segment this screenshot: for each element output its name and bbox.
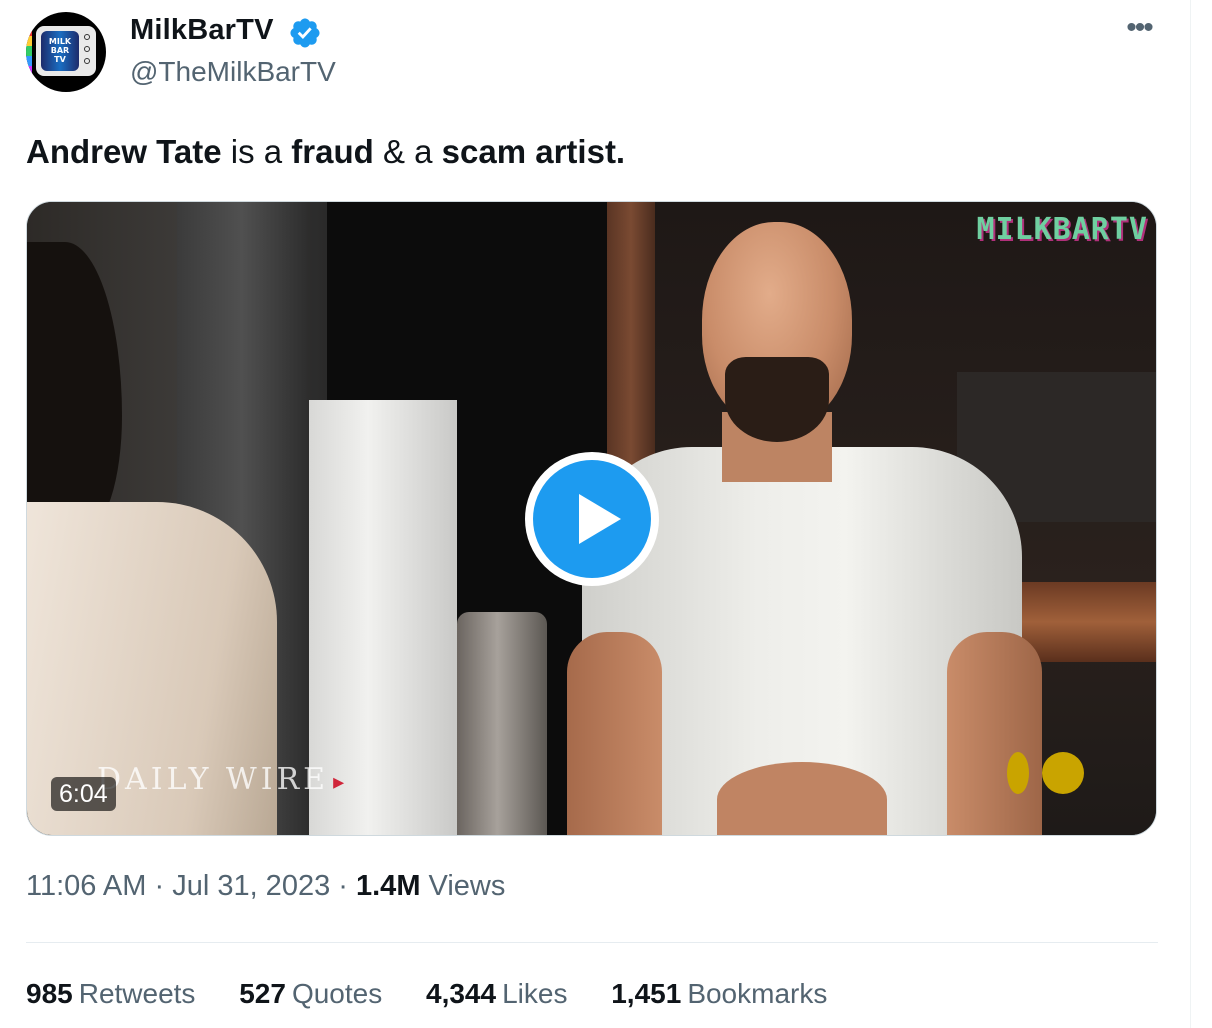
- tv-knob-icon: [84, 46, 90, 52]
- retweets-count: 985: [26, 978, 73, 1009]
- avatar-screen: MILK BAR TV: [41, 31, 79, 71]
- likes-stat[interactable]: 4,344 Likes: [426, 978, 567, 1010]
- tweet-meta: 11:06 AM · Jul 31, 2023 · 1.4M Views: [26, 870, 505, 903]
- tweet-text-plain: & a: [373, 133, 442, 170]
- quotes-stat[interactable]: 527 Quotes: [239, 978, 382, 1010]
- daily-wire-logo-text: DAILY WIRE: [97, 762, 330, 797]
- column-border: [1190, 0, 1191, 1028]
- views-label: Views: [428, 870, 506, 902]
- views-count: 1.4M: [356, 870, 421, 902]
- quotes-count: 527: [239, 978, 286, 1009]
- quotes-label: Quotes: [291, 978, 383, 1009]
- tweet-text-bold: fraud: [291, 133, 374, 170]
- retweets-stat[interactable]: 985 Retweets: [26, 978, 195, 1010]
- tweet-text-bold: scam artist.: [441, 133, 626, 170]
- avatar-text-line: TV: [54, 55, 66, 64]
- video-watermark: MILKBARTV: [976, 212, 1148, 247]
- bookmarks-label: Bookmarks: [687, 978, 828, 1009]
- display-name[interactable]: MilkBarTV: [130, 14, 274, 47]
- video-background: [457, 612, 547, 835]
- meta-separator: ·: [154, 870, 165, 902]
- bookmarks-stat[interactable]: 1,451 Bookmarks: [611, 978, 827, 1010]
- play-triangle-icon: [579, 494, 621, 544]
- avatar[interactable]: MILK BAR TV: [26, 12, 106, 92]
- video-interviewer: [27, 202, 327, 835]
- tweet-page: MILK BAR TV MilkBarTV @TheMilkBarTV ••• …: [0, 0, 1212, 1028]
- tv-knob-icon: [84, 58, 90, 64]
- avatar-text-line: MILK: [48, 37, 72, 46]
- tweet-date[interactable]: Jul 31, 2023: [172, 870, 330, 902]
- tweet-text: Andrew Tate is a fraud & a scam artist.: [26, 130, 625, 174]
- tweet-text-bold[interactable]: Andrew Tate: [26, 133, 222, 170]
- avatar-color-stripe: [26, 26, 32, 76]
- tweet-time[interactable]: 11:06 AM: [26, 870, 146, 902]
- likes-count: 4,344: [426, 978, 497, 1009]
- engagement-stats: 985 Retweets 527 Quotes 4,344 Likes 1,451 Bo…: [26, 978, 863, 1010]
- video-duration: 6:04: [51, 777, 116, 811]
- meta-separator: ·: [338, 870, 348, 902]
- user-handle[interactable]: @TheMilkBarTV: [130, 56, 336, 88]
- bookmarks-count: 1,451: [611, 978, 682, 1009]
- tv-knob-icon: [84, 34, 90, 40]
- tweet-text-plain: is a: [221, 133, 292, 170]
- likes-label: Likes: [502, 978, 568, 1009]
- play-icon: [533, 460, 651, 578]
- more-options-icon[interactable]: •••: [1122, 13, 1156, 46]
- avatar-text-line: BAR: [50, 46, 70, 55]
- tv-icon: MILK BAR TV: [36, 26, 96, 76]
- retweets-label: Retweets: [78, 978, 196, 1009]
- daily-wire-logo: DAILY WIRE ▸: [97, 762, 349, 797]
- channel-logo-icon: [1007, 752, 1084, 794]
- play-button[interactable]: [525, 452, 659, 586]
- divider: [26, 942, 1158, 943]
- video-player[interactable]: MILKBARTV DAILY WIRE ▸ 6:04: [26, 201, 1157, 836]
- verified-badge-icon: [290, 18, 320, 48]
